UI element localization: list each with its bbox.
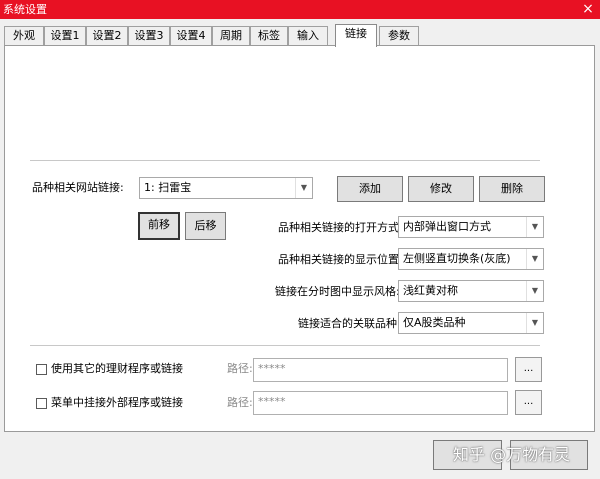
related-security-select[interactable]: 仅A股类品种 ▼	[398, 312, 544, 334]
tab-period[interactable]: 周期	[212, 26, 250, 45]
use-other-program-checkbox[interactable]	[36, 364, 47, 375]
display-position-select[interactable]: 左侧竖直切换条(灰底) ▼	[398, 248, 544, 270]
separator-bottom	[30, 345, 540, 346]
browse-button-2[interactable]: ...	[515, 390, 542, 415]
title-bar: 系统设置 ×	[0, 0, 600, 19]
menu-external-program-label: 菜单中挂接外部程序或链接	[51, 396, 183, 409]
tab-input[interactable]: 输入	[288, 26, 328, 45]
tab-params[interactable]: 参数	[379, 26, 419, 45]
edit-button[interactable]: 修改	[408, 176, 474, 202]
tab-link[interactable]: 链接	[335, 24, 377, 47]
path-input-1[interactable]: *****	[253, 358, 508, 382]
website-link-label: 品种相关网站链接:	[32, 181, 124, 194]
open-mode-value: 内部弹出窗口方式	[403, 220, 491, 233]
browse-button-1[interactable]: ...	[515, 357, 542, 382]
menu-external-program-checkbox[interactable]	[36, 398, 47, 409]
open-mode-label: 品种相关链接的打开方式:	[278, 221, 403, 234]
path-label-2: 路径:	[227, 396, 253, 409]
chevron-down-icon[interactable]: ▼	[526, 249, 543, 269]
tab-settings2[interactable]: 设置2	[86, 26, 128, 45]
display-position-value: 左侧竖直切换条(灰底)	[403, 252, 511, 265]
chevron-down-icon[interactable]: ▼	[526, 313, 543, 333]
chevron-down-icon[interactable]: ▼	[295, 178, 312, 198]
website-link-select[interactable]: 1: 扫雷宝 ▼	[139, 177, 313, 199]
website-link-value: 1: 扫雷宝	[144, 181, 192, 194]
related-security-label: 链接适合的关联品种:	[298, 317, 401, 330]
tab-settings3[interactable]: 设置3	[128, 26, 170, 45]
separator-top	[30, 160, 540, 161]
tab-label[interactable]: 标签	[250, 26, 288, 45]
add-button[interactable]: 添加	[337, 176, 403, 202]
minute-chart-style-label: 链接在分时图中显示风格:	[275, 285, 400, 298]
use-other-program-label: 使用其它的理财程序或链接	[51, 362, 183, 375]
move-down-button[interactable]: 后移	[185, 212, 226, 240]
minute-chart-style-select[interactable]: 浅红黄对称 ▼	[398, 280, 544, 302]
window-title: 系统设置	[3, 3, 47, 16]
path-value-1: *****	[258, 362, 286, 375]
move-up-button[interactable]: 前移	[138, 212, 180, 240]
tab-settings4[interactable]: 设置4	[170, 26, 212, 45]
path-value-2: *****	[258, 395, 286, 408]
minute-chart-style-value: 浅红黄对称	[403, 284, 458, 297]
tab-appearance[interactable]: 外观	[4, 26, 44, 45]
watermark: 知乎 @万物有灵	[453, 445, 571, 464]
delete-button[interactable]: 删除	[479, 176, 545, 202]
tab-settings1[interactable]: 设置1	[44, 26, 86, 45]
related-security-value: 仅A股类品种	[403, 316, 466, 329]
open-mode-select[interactable]: 内部弹出窗口方式 ▼	[398, 216, 544, 238]
close-icon[interactable]: ×	[576, 0, 600, 19]
chevron-down-icon[interactable]: ▼	[526, 217, 543, 237]
path-input-2[interactable]: *****	[253, 391, 508, 415]
display-position-label: 品种相关链接的显示位置:	[278, 253, 403, 266]
path-label-1: 路径:	[227, 362, 253, 375]
chevron-down-icon[interactable]: ▼	[526, 281, 543, 301]
